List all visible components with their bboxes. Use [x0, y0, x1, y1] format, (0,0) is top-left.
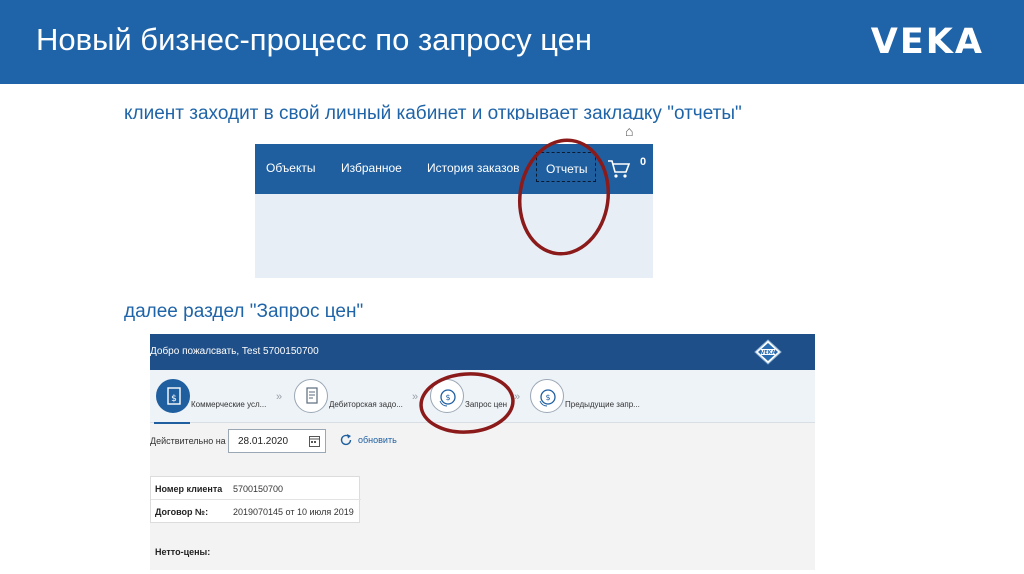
top-strip: ⌂	[255, 120, 653, 144]
refresh-icon[interactable]	[339, 433, 353, 447]
step-arrow-icon: »	[514, 391, 521, 403]
info-value: 2019070145 от 10 июля 2019	[233, 507, 354, 517]
welcome-bar: Добро пожалсвать, Test 5700150700 VEKA	[150, 334, 815, 370]
slide-header: Новый бизнес-процесс по запросу цен VEKA	[0, 0, 1024, 84]
portal-nav-screenshot: ⌂ Объекты Избранное История заказов Отче…	[255, 120, 653, 278]
welcome-text: Добро пожалсвать, Test 5700150700	[150, 346, 319, 357]
process-steps: $ Коммерческие усл... » Дебиторская задо…	[150, 370, 815, 423]
step-label-commercial[interactable]: Коммерческие усл...	[191, 400, 266, 409]
info-key: Номер клиента	[155, 484, 223, 494]
calendar-icon[interactable]	[309, 435, 320, 447]
svg-text:$: $	[445, 393, 450, 402]
svg-text:$: $	[545, 393, 550, 402]
caption-step-2: далее раздел "Запрос цен"	[124, 301, 364, 322]
step-label-receivables[interactable]: Дебиторская задо...	[329, 400, 403, 409]
date-input[interactable]: 28.01.2020	[228, 429, 326, 453]
step-arrow-icon: »	[276, 391, 283, 403]
step-previous-requests-icon[interactable]: $	[530, 379, 564, 413]
step-commercial-icon[interactable]: $	[156, 379, 190, 413]
step-price-request-icon[interactable]: $	[430, 379, 464, 413]
home-icon[interactable]: ⌂	[625, 123, 641, 139]
refresh-button[interactable]: обновить	[358, 435, 397, 445]
nav-item-reports[interactable]: Отчеты	[536, 152, 596, 182]
reports-screenshot: Добро пожалсвать, Test 5700150700 VEKA $…	[150, 334, 815, 570]
table-row: Договор №: 2019070145 от 10 июля 2019	[151, 500, 361, 523]
step-label-price-request[interactable]: Запрос цен	[465, 400, 507, 409]
slide-title: Новый бизнес-процесс по запросу цен	[36, 22, 593, 57]
veka-emblem-icon: VEKA	[754, 339, 782, 365]
main-nav: Объекты Избранное История заказов Отчеты…	[255, 144, 653, 194]
cart-icon[interactable]	[607, 159, 631, 179]
date-label: Действительно на	[150, 436, 226, 446]
svg-text:$: $	[171, 394, 177, 404]
cart-count: 0	[640, 156, 647, 168]
customer-info-table: Номер клиента 5700150700 Договор №: 2019…	[150, 476, 361, 523]
net-prices-label: Нетто-цены:	[155, 547, 211, 557]
svg-text:VEKA: VEKA	[760, 350, 775, 356]
nav-item-favorites[interactable]: Избранное	[341, 161, 402, 175]
active-step-indicator	[154, 422, 190, 424]
step-label-previous-requests[interactable]: Предыдущие запр...	[565, 400, 640, 409]
info-value: 5700150700	[233, 484, 284, 494]
nav-item-objects[interactable]: Объекты	[266, 161, 316, 175]
nav-item-order-history[interactable]: История заказов	[427, 161, 520, 175]
content-pane	[255, 194, 653, 278]
step-receivables-icon[interactable]	[294, 379, 328, 413]
date-value: 28.01.2020	[238, 436, 289, 447]
table-row: Номер клиента 5700150700	[151, 477, 361, 500]
veka-logo: VEKA	[870, 22, 984, 62]
step-arrow-icon: »	[412, 391, 419, 403]
info-key: Договор №:	[155, 507, 209, 517]
